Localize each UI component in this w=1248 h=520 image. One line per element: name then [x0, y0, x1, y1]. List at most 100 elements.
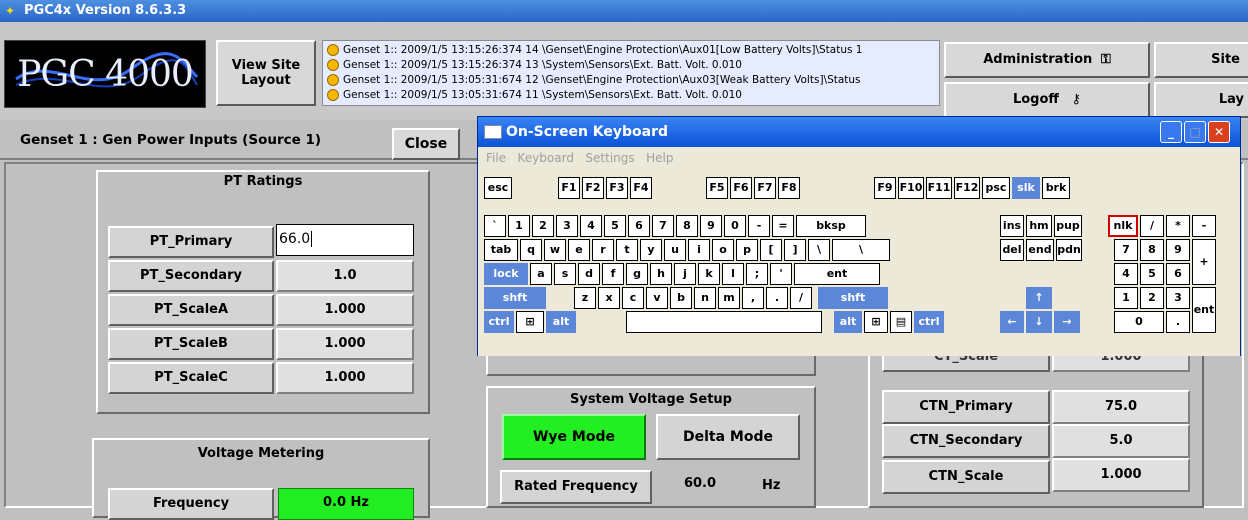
key-nlk[interactable]: nlk [1108, 215, 1138, 237]
key-arrow-up[interactable]: ↑ [1026, 287, 1052, 309]
key-f12[interactable]: F12 [954, 177, 980, 199]
key-semicolon[interactable]: ; [746, 263, 768, 285]
key-divide[interactable]: / [1140, 215, 1164, 237]
key-esc[interactable]: esc [484, 177, 512, 199]
key-quote[interactable]: ' [770, 263, 792, 285]
key-d[interactable]: d [578, 263, 600, 285]
close-icon[interactable]: ✕ [1208, 121, 1230, 143]
key-e[interactable]: e [568, 239, 590, 261]
pt-secondary-button[interactable]: PT_Secondary [108, 260, 274, 292]
key-bksp[interactable]: bksp [796, 215, 866, 237]
key-num-period[interactable]: . [1166, 311, 1190, 333]
key-backslash-wide[interactable]: \ [832, 239, 890, 261]
key-h[interactable]: h [650, 263, 672, 285]
key-4[interactable]: 4 [1114, 263, 1138, 285]
key-x[interactable]: x [598, 287, 620, 309]
key-ctrl-left[interactable]: ctrl [484, 311, 514, 333]
key-windows[interactable]: ⊞ [516, 311, 544, 333]
key-f1[interactable]: F1 [558, 177, 580, 199]
key-hm[interactable]: hm [1026, 215, 1052, 237]
key-slash[interactable]: / [790, 287, 812, 309]
key-7[interactable]: 7 [652, 215, 674, 237]
site-button[interactable]: Site [1154, 42, 1248, 78]
menu-keyboard[interactable]: Keyboard [518, 151, 574, 165]
key-6[interactable]: 6 [1166, 263, 1190, 285]
key-minus[interactable]: - [748, 215, 770, 237]
event-log[interactable]: Genset 1:: 2009/1/5 13:15:26:374 14 \Gen… [322, 40, 940, 106]
key-num-plus[interactable]: + [1192, 239, 1216, 285]
key-arrow-down[interactable]: ↓ [1026, 311, 1052, 333]
key-b[interactable]: b [670, 287, 692, 309]
key-f5[interactable]: F5 [706, 177, 728, 199]
key-backslash[interactable]: \ [808, 239, 830, 261]
key-alt-left[interactable]: alt [546, 311, 576, 333]
pt-primary-input[interactable]: 66.0 [276, 224, 414, 256]
key-9[interactable]: 9 [700, 215, 722, 237]
key-o[interactable]: o [712, 239, 734, 261]
key-w[interactable]: w [544, 239, 566, 261]
key-backtick[interactable]: ` [484, 215, 506, 237]
layout-button[interactable]: Lay [1154, 82, 1248, 118]
key-pdn[interactable]: pdn [1056, 239, 1082, 261]
menu-file[interactable]: File [486, 151, 506, 165]
key-4[interactable]: 4 [580, 215, 602, 237]
key-0[interactable]: 0 [724, 215, 746, 237]
menu-help[interactable]: Help [646, 151, 673, 165]
ctn-secondary-button[interactable]: CTN_Secondary [882, 424, 1050, 458]
key-shift-left[interactable]: shft [484, 287, 546, 309]
key-q[interactable]: q [520, 239, 542, 261]
logoff-button[interactable]: Logoff ⚷ [944, 82, 1150, 118]
key-8[interactable]: 8 [1140, 239, 1164, 261]
key-8[interactable]: 8 [676, 215, 698, 237]
key-f8[interactable]: F8 [778, 177, 800, 199]
key-f10[interactable]: F10 [898, 177, 924, 199]
key-l[interactable]: l [722, 263, 744, 285]
key-num-enter[interactable]: ent [1192, 287, 1216, 333]
key-f[interactable]: f [602, 263, 624, 285]
key-n[interactable]: n [694, 287, 716, 309]
key-lbracket[interactable]: [ [760, 239, 782, 261]
key-f4[interactable]: F4 [630, 177, 652, 199]
pt-scalec-button[interactable]: PT_ScaleC [108, 362, 274, 394]
key-rbracket[interactable]: ] [784, 239, 806, 261]
key-psc[interactable]: psc [982, 177, 1010, 199]
ctn-primary-button[interactable]: CTN_Primary [882, 390, 1050, 424]
key-i[interactable]: i [688, 239, 710, 261]
key-f7[interactable]: F7 [754, 177, 776, 199]
key-v[interactable]: v [646, 287, 668, 309]
key-9[interactable]: 9 [1166, 239, 1190, 261]
key-k[interactable]: k [698, 263, 720, 285]
key-3[interactable]: 3 [556, 215, 578, 237]
key-alt-right[interactable]: alt [834, 311, 862, 333]
key-j[interactable]: j [674, 263, 696, 285]
key-a[interactable]: a [530, 263, 552, 285]
maximize-icon[interactable]: □ [1184, 121, 1206, 143]
key-f2[interactable]: F2 [582, 177, 604, 199]
key-s[interactable]: s [554, 263, 576, 285]
pt-scalea-button[interactable]: PT_ScaleA [108, 294, 274, 326]
key-num-0[interactable]: 0 [1114, 311, 1164, 333]
key-pup[interactable]: pup [1054, 215, 1082, 237]
key-space[interactable] [626, 311, 822, 333]
delta-mode-button[interactable]: Delta Mode [656, 414, 800, 460]
key-caps-lock[interactable]: lock [484, 263, 528, 285]
key-u[interactable]: u [664, 239, 686, 261]
key-y[interactable]: y [640, 239, 662, 261]
key-ins[interactable]: ins [1000, 215, 1024, 237]
key-2[interactable]: 2 [1140, 287, 1164, 309]
key-5[interactable]: 5 [604, 215, 626, 237]
view-site-layout-button[interactable]: View Site Layout [216, 40, 316, 106]
key-1[interactable]: 1 [508, 215, 530, 237]
key-t[interactable]: t [616, 239, 638, 261]
key-z[interactable]: z [574, 287, 596, 309]
key-6[interactable]: 6 [628, 215, 650, 237]
key-windows-right[interactable]: ⊞ [864, 311, 888, 333]
key-c[interactable]: c [622, 287, 644, 309]
menu-settings[interactable]: Settings [585, 151, 634, 165]
key-f3[interactable]: F3 [606, 177, 628, 199]
key-multiply[interactable]: * [1166, 215, 1190, 237]
key-f11[interactable]: F11 [926, 177, 952, 199]
key-5[interactable]: 5 [1140, 263, 1164, 285]
pt-primary-button[interactable]: PT_Primary [108, 226, 274, 258]
key-f9[interactable]: F9 [874, 177, 896, 199]
